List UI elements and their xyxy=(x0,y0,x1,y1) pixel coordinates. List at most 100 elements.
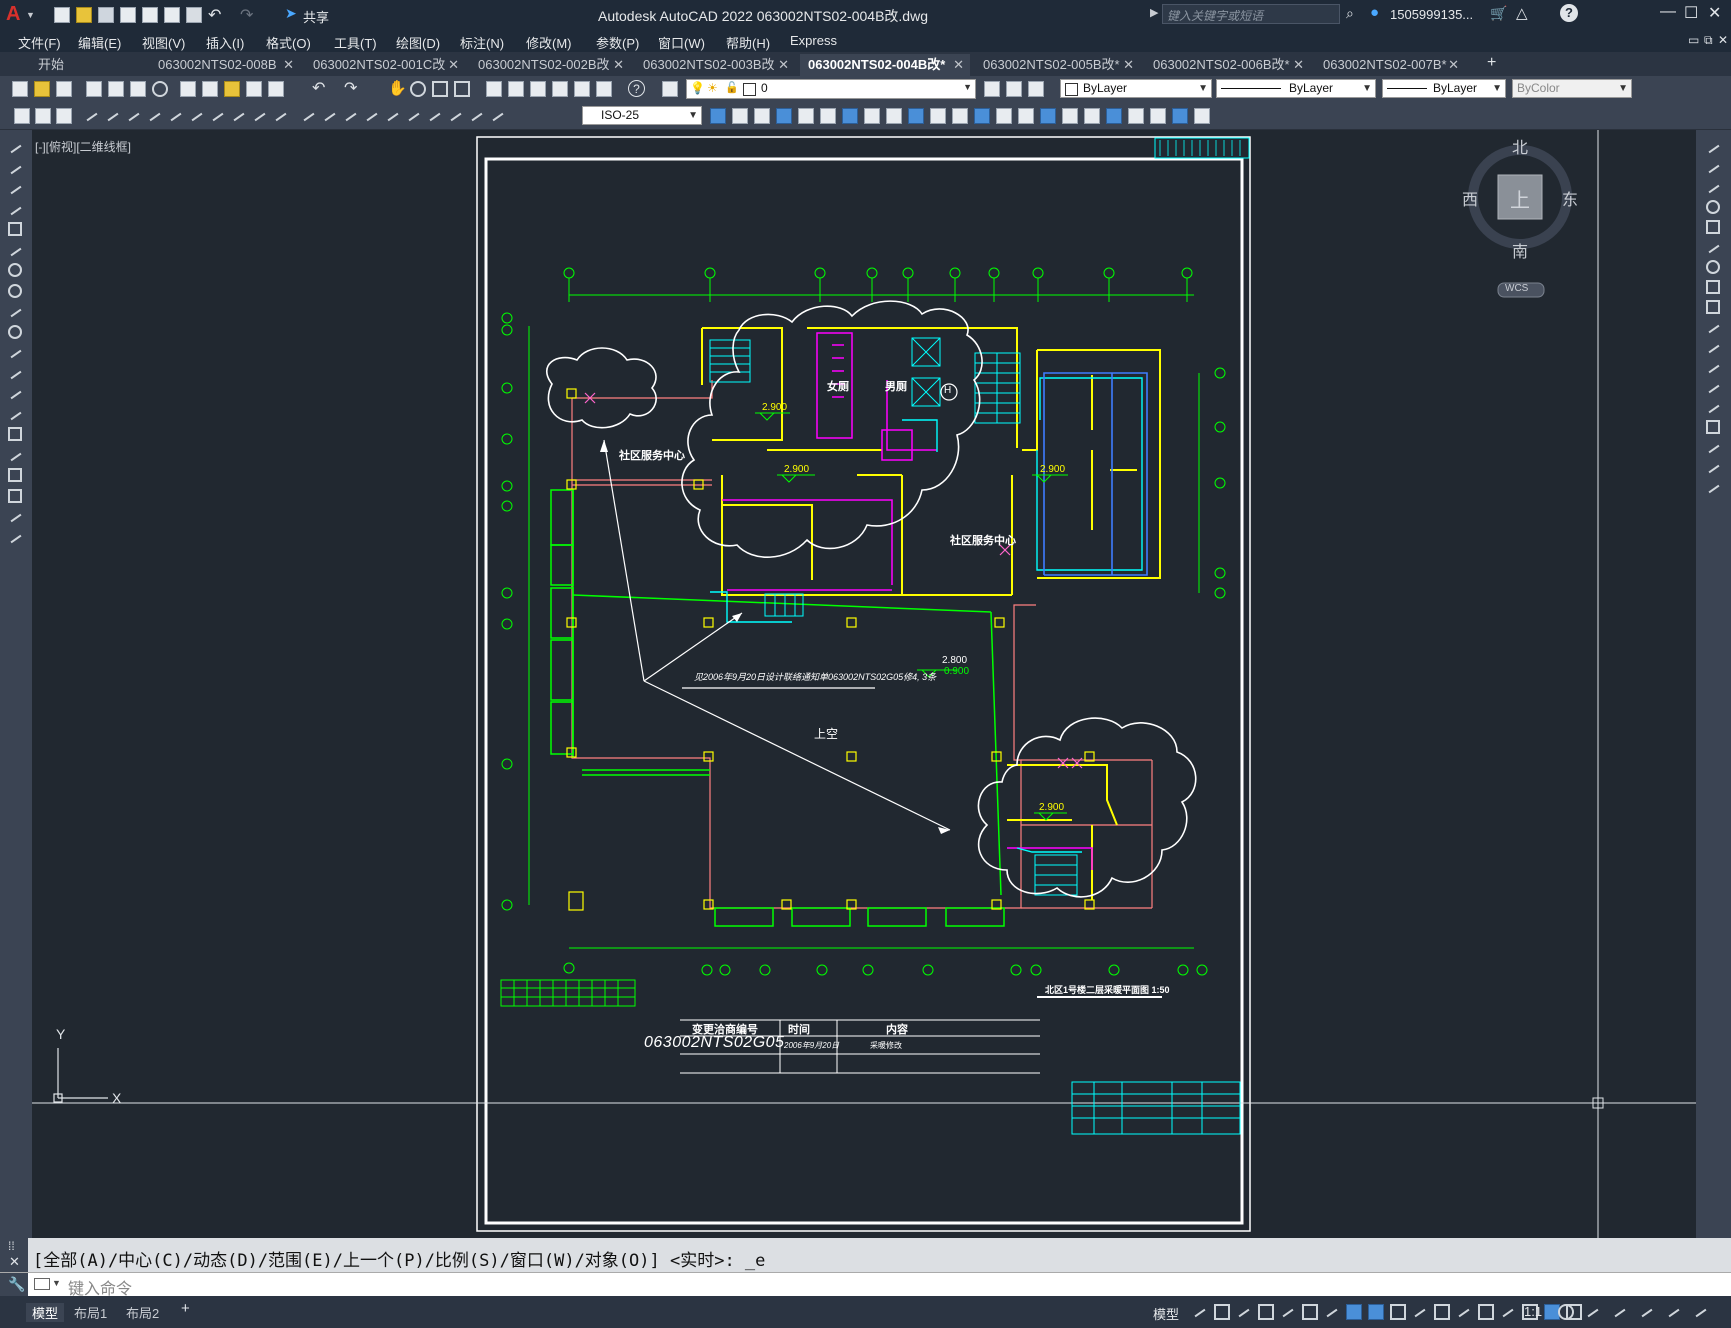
ellipse-icon[interactable] xyxy=(8,324,22,339)
table-icon[interactable] xyxy=(8,488,22,503)
tool-n-icon[interactable] xyxy=(1084,108,1100,124)
open-from-web-icon[interactable] xyxy=(142,7,158,23)
move-icon[interactable] xyxy=(1706,240,1720,254)
drawing-viewport[interactable]: [-][俯视][二维线框] 社区服务中心 社区服务中心 女厕 男厕 上空 H 2… xyxy=(32,130,1696,1238)
menu-item-4[interactable]: 格式(O) xyxy=(266,33,311,52)
dim-jogged-icon[interactable] xyxy=(189,108,205,124)
polyline-icon[interactable] xyxy=(8,181,22,195)
layer-states-icon[interactable] xyxy=(14,108,30,124)
selection-filter-icon[interactable] xyxy=(1500,1304,1516,1320)
center-mark-icon[interactable] xyxy=(385,108,401,124)
hardware-acceleration-icon[interactable] xyxy=(1639,1304,1655,1320)
gear-icon[interactable] xyxy=(1558,1304,1574,1320)
cart-icon[interactable]: 🛒 xyxy=(1490,5,1507,22)
customization-menu-icon[interactable] xyxy=(1693,1304,1709,1320)
multiline-text-icon[interactable] xyxy=(8,509,22,523)
redo-icon[interactable]: ↷ xyxy=(240,5,253,25)
plot-preview-icon[interactable] xyxy=(108,81,124,97)
close-icon[interactable]: ✕ xyxy=(1708,3,1721,23)
tab-1[interactable]: 063002NTS02-008B ✕ xyxy=(150,54,300,76)
minimize-icon[interactable]: — xyxy=(1660,3,1676,21)
zoom-window-icon[interactable] xyxy=(432,81,448,97)
viewcube-top[interactable]: 上 xyxy=(1510,184,1530,213)
tab-4[interactable]: 063002NTS02-003B改 ✕ xyxy=(635,54,795,76)
tool-f-icon[interactable] xyxy=(908,108,924,124)
break-icon[interactable] xyxy=(1706,380,1720,394)
plotstyle-dropdown[interactable]: ByColor ▼ xyxy=(1512,79,1632,98)
autodesk-app-icon[interactable]: △ xyxy=(1516,4,1528,22)
dim-linear-icon[interactable] xyxy=(84,108,100,124)
make-block-icon[interactable] xyxy=(8,386,22,400)
offset-icon[interactable] xyxy=(1706,200,1720,214)
tab-8[interactable]: 063002NTS02-007B* ✕ xyxy=(1315,54,1465,76)
layer-unisolate-icon[interactable] xyxy=(56,108,72,124)
copy-icon[interactable] xyxy=(202,81,218,97)
trim-icon[interactable] xyxy=(1706,320,1720,334)
arc-icon[interactable] xyxy=(8,243,22,257)
erase-icon[interactable] xyxy=(1706,140,1720,154)
dim-angular-icon[interactable] xyxy=(231,108,247,124)
snap-icon[interactable] xyxy=(1214,1304,1230,1320)
menu-item-5[interactable]: 工具(T) xyxy=(334,33,377,52)
tool-l-icon[interactable] xyxy=(1040,108,1056,124)
tolerance-icon[interactable] xyxy=(364,108,380,124)
close-tab-icon[interactable]: ✕ xyxy=(448,54,459,76)
menu-item-1[interactable]: 编辑(E) xyxy=(78,33,121,52)
object-snap-icon[interactable] xyxy=(1368,1304,1384,1320)
tool-h-icon[interactable] xyxy=(952,108,968,124)
dim-aligned-icon[interactable] xyxy=(105,108,121,124)
line-icon[interactable] xyxy=(8,140,22,154)
tab-2[interactable]: 063002NTS02-001C改 ✕ xyxy=(305,54,465,76)
publish-icon[interactable] xyxy=(130,81,146,97)
layer-state-icon[interactable] xyxy=(1028,81,1044,97)
tab-6[interactable]: 063002NTS02-005B改* ✕ xyxy=(975,54,1140,76)
search-input[interactable]: 键入关键字或短语 xyxy=(1162,4,1340,24)
save-to-web-icon[interactable] xyxy=(164,7,180,23)
rectangle-icon[interactable] xyxy=(8,222,22,236)
dim-edit-icon[interactable] xyxy=(448,108,464,124)
tool-j-icon[interactable] xyxy=(996,108,1012,124)
tool-palettes-icon[interactable] xyxy=(530,81,546,97)
close-doc-icon[interactable]: ✕ xyxy=(1718,33,1728,47)
layer-iso-icon[interactable] xyxy=(35,108,51,124)
menu-item-7[interactable]: 标注(N) xyxy=(460,33,504,52)
join-icon[interactable] xyxy=(1706,400,1720,414)
object-snap-tracking-icon[interactable] xyxy=(1346,1304,1362,1320)
group-edit-icon[interactable] xyxy=(776,108,792,124)
close-tab-icon[interactable]: ✕ xyxy=(1123,54,1134,76)
construction-line-icon[interactable] xyxy=(8,161,22,175)
menu-item-3[interactable]: 插入(I) xyxy=(206,33,244,52)
circle-icon[interactable] xyxy=(8,263,22,277)
layer-dropdown[interactable]: 💡 ☀ 🔓 0 ▼ xyxy=(686,79,976,99)
close-tab-icon[interactable]: ✕ xyxy=(1293,54,1304,76)
clean-screen-icon[interactable] xyxy=(1666,1304,1682,1320)
make-current-layer-icon[interactable] xyxy=(984,81,1000,97)
linetype-dropdown[interactable]: ByLayer ▼ xyxy=(1216,79,1376,98)
dim-break-icon[interactable] xyxy=(343,108,359,124)
group-icon[interactable] xyxy=(732,108,748,124)
close-tab-icon[interactable]: ✕ xyxy=(778,54,789,76)
close-tab-icon[interactable]: ✕ xyxy=(1448,54,1459,76)
close-tab-icon[interactable]: ✕ xyxy=(953,54,964,76)
menu-item-2[interactable]: 视图(V) xyxy=(142,33,185,52)
chevron-down-icon[interactable]: ▼ xyxy=(52,1278,61,1288)
chamfer-icon[interactable] xyxy=(1706,420,1720,434)
lineweight-dropdown[interactable]: ByLayer ▼ xyxy=(1382,79,1506,98)
ortho-icon[interactable] xyxy=(1280,1304,1296,1320)
copy-icon[interactable] xyxy=(1706,160,1720,174)
paste-icon[interactable] xyxy=(224,81,240,97)
help-icon[interactable]: ? xyxy=(628,80,645,97)
tool-p-icon[interactable] xyxy=(1128,108,1144,124)
menu-item-10[interactable]: 窗口(W) xyxy=(658,33,705,52)
dim-arc-icon[interactable] xyxy=(126,108,142,124)
dynamic-input-icon[interactable] xyxy=(1258,1304,1274,1320)
restore-doc-icon[interactable]: ⧉ xyxy=(1704,33,1713,48)
close-tab-icon[interactable]: ✕ xyxy=(613,54,624,76)
tool-s-icon[interactable] xyxy=(1194,108,1210,124)
dim-update-icon[interactable] xyxy=(490,108,506,124)
redo-icon[interactable]: ↷ xyxy=(344,78,357,98)
chevron-right-icon[interactable]: ▶ xyxy=(1150,6,1158,19)
help-icon[interactable]: ? xyxy=(1560,4,1578,22)
minimize-doc-icon[interactable]: ▭ xyxy=(1688,33,1699,47)
transparency-icon[interactable] xyxy=(1412,1304,1428,1320)
